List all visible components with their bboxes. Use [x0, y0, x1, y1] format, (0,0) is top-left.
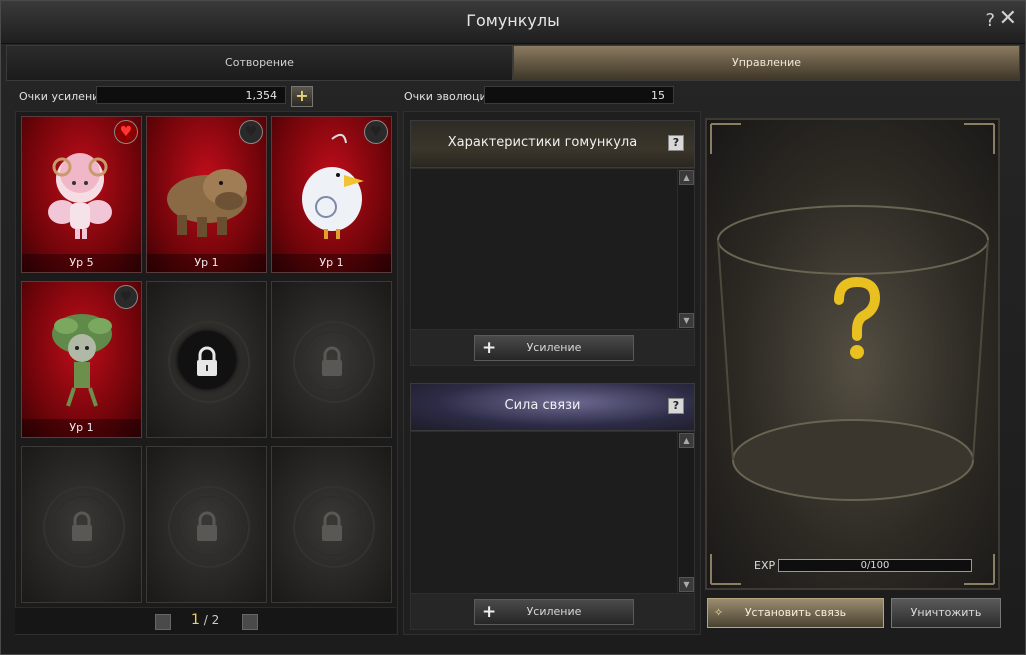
homunculus-card[interactable]: ♥ Ур 5	[21, 116, 142, 273]
exp-bar: 0/100	[778, 559, 972, 572]
current-page: 1	[191, 612, 200, 628]
stats-enhance-label: Усиление	[526, 341, 582, 354]
homunculus-level: Ур 1	[22, 419, 141, 437]
set-bond-label: Установить связь	[744, 606, 847, 619]
evolution-points-label: Очки эволюции	[404, 90, 494, 103]
close-icon[interactable]: ✕	[999, 8, 1017, 30]
destroy-button[interactable]: Уничтожить	[891, 598, 1001, 628]
unknown-homunculus-question-icon	[834, 276, 881, 359]
page-indicator: 1 / 2	[191, 612, 219, 628]
plus-icon: +	[482, 338, 497, 358]
homunculus-level: Ур 1	[272, 254, 391, 272]
lock-icon	[321, 511, 342, 541]
bond-section-title: Сила связи	[504, 398, 581, 413]
scroll-down-icon[interactable]: ▼	[679, 313, 694, 328]
homunculus-grid: ♥ Ур 5 ♥ Ур 1 ♥ Ур 1 ♥ Ур 1	[15, 111, 398, 635]
tab-bar: Сотворение Управление	[6, 45, 1020, 81]
stats-list: ▲ ▼	[410, 168, 695, 330]
lock-icon	[196, 511, 217, 541]
scroll-up-icon[interactable]: ▲	[679, 433, 694, 448]
homunculus-card[interactable]: ♥ Ур 1	[271, 116, 392, 273]
stats-button-bar: + Усиление	[410, 329, 695, 366]
locked-slot-next[interactable]	[146, 281, 267, 438]
locked-slot	[21, 446, 142, 603]
favorite-heart-icon[interactable]: ♥	[239, 120, 263, 144]
stats-help-icon[interactable]: ?	[668, 135, 684, 151]
stats-section-header: Характеристики гомункула ?	[410, 120, 695, 168]
title-bar: Гомункулы ? ✕	[1, 1, 1025, 44]
enhance-points-value: 1,354	[96, 86, 286, 104]
evolution-points-value: 15	[484, 86, 674, 104]
favorite-heart-icon[interactable]: ♥	[364, 120, 388, 144]
homunculus-preview	[705, 118, 1000, 590]
lock-icon	[71, 511, 92, 541]
set-bond-button[interactable]: ✧ Установить связь	[707, 598, 884, 628]
bond-list: ▲ ▼	[410, 431, 695, 594]
stats-section-title: Характеристики гомункула	[447, 135, 638, 150]
scroll-up-icon[interactable]: ▲	[679, 170, 694, 185]
total-pages: / 2	[203, 613, 220, 627]
stats-enhance-button[interactable]: + Усиление	[474, 335, 634, 361]
pager: 1 / 2	[15, 607, 396, 634]
tab-creation[interactable]: Сотворение	[6, 45, 513, 81]
preview-scene	[710, 123, 995, 585]
bond-section-header: Сила связи ?	[410, 383, 695, 431]
locked-slot	[271, 281, 392, 438]
bond-help-icon[interactable]: ?	[668, 398, 684, 414]
bond-button-bar: + Усиление	[410, 593, 695, 630]
help-icon[interactable]: ?	[985, 10, 995, 31]
homunculus-level: Ур 1	[147, 254, 266, 272]
bond-link-icon: ✧	[714, 606, 724, 619]
bond-enhance-label: Усиление	[526, 605, 582, 618]
add-enhance-points-button[interactable]: +	[291, 86, 313, 107]
lock-icon	[196, 346, 217, 376]
homunculus-card[interactable]: ♥ Ур 1	[146, 116, 267, 273]
scroll-down-icon[interactable]: ▼	[679, 577, 694, 592]
enhance-points-label: Очки усиления	[19, 90, 106, 103]
exp-label: EXP	[754, 559, 776, 572]
bond-enhance-button[interactable]: + Усиление	[474, 599, 634, 625]
bond-scrollbar[interactable]: ▲ ▼	[677, 432, 694, 593]
favorite-heart-icon[interactable]: ♥	[114, 285, 138, 309]
favorite-heart-icon[interactable]: ♥	[114, 120, 138, 144]
locked-slot	[146, 446, 267, 603]
homunculus-level: Ур 5	[22, 254, 141, 272]
next-page-icon[interactable]	[242, 614, 258, 630]
window-title: Гомункулы	[466, 11, 560, 30]
plus-icon: +	[482, 602, 497, 622]
lock-icon	[321, 346, 342, 376]
tab-management[interactable]: Управление	[513, 45, 1020, 81]
locked-slot	[271, 446, 392, 603]
stats-scrollbar[interactable]: ▲ ▼	[677, 169, 694, 329]
homunculus-card[interactable]: ♥ Ур 1	[21, 281, 142, 438]
prev-page-icon[interactable]	[155, 614, 171, 630]
